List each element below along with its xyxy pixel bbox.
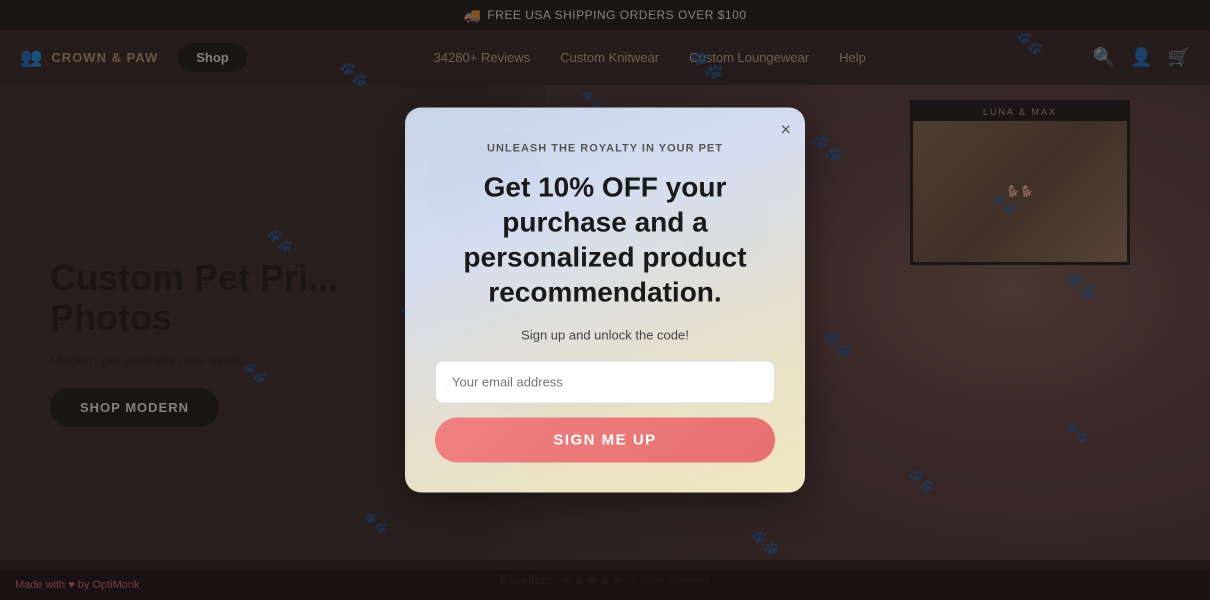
email-input[interactable] — [435, 361, 775, 404]
modal-popup: × UNLEASH THE ROYALTY IN YOUR PET Get 10… — [405, 108, 805, 493]
modal-subtitle: UNLEASH THE ROYALTY IN YOUR PET — [487, 143, 723, 155]
modal-close-button[interactable]: × — [780, 120, 791, 141]
background-page: 🚚 FREE USA SHIPPING ORDERS OVER $100 👥 C… — [0, 0, 1210, 600]
modal-description: Sign up and unlock the code! — [521, 328, 689, 343]
modal-title: Get 10% OFF your purchase and a personal… — [435, 170, 775, 310]
sign-me-up-button[interactable]: SIGN ME UP — [435, 418, 775, 463]
